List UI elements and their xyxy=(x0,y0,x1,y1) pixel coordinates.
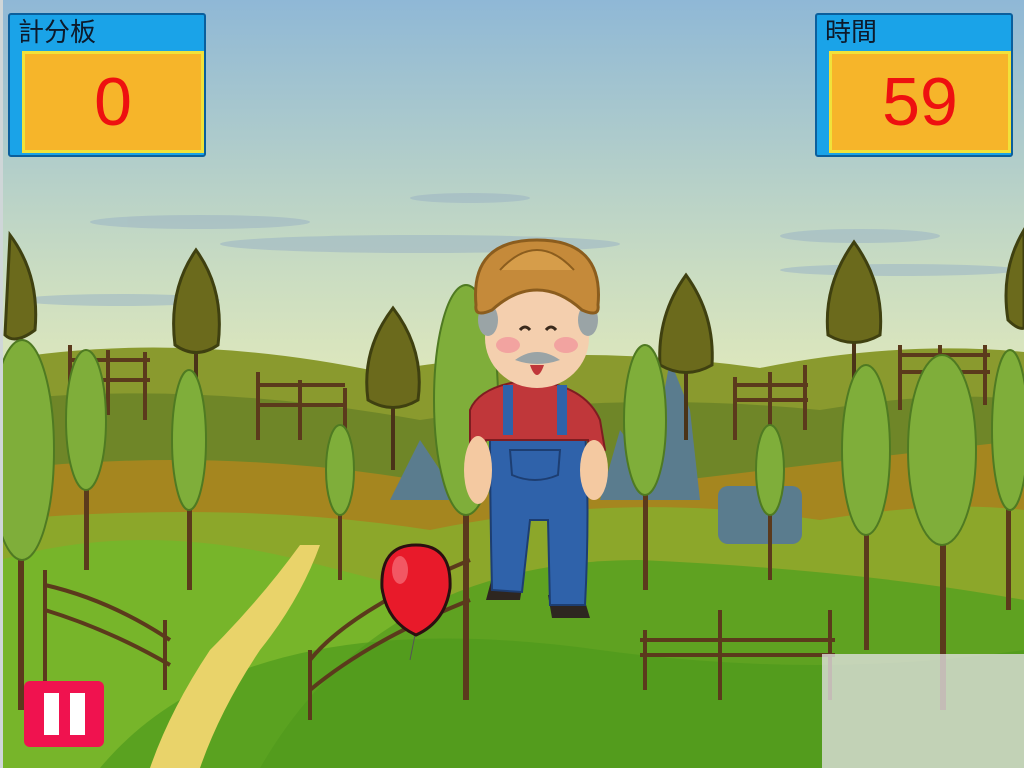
overlay-panel xyxy=(822,654,1024,768)
timer-value-box: 59 xyxy=(829,51,1011,153)
scoreboard-label: 計分板 xyxy=(18,18,97,48)
pause-button[interactable] xyxy=(24,681,104,747)
timer-panel: 時間 59 xyxy=(815,13,1013,157)
score-value: 0 xyxy=(94,64,132,140)
timer-label: 時間 xyxy=(825,18,878,48)
time-value: 59 xyxy=(882,64,958,140)
scoreboard-value-box: 0 xyxy=(22,51,204,153)
window-edge xyxy=(0,0,3,768)
scoreboard-panel: 計分板 0 xyxy=(8,13,206,157)
